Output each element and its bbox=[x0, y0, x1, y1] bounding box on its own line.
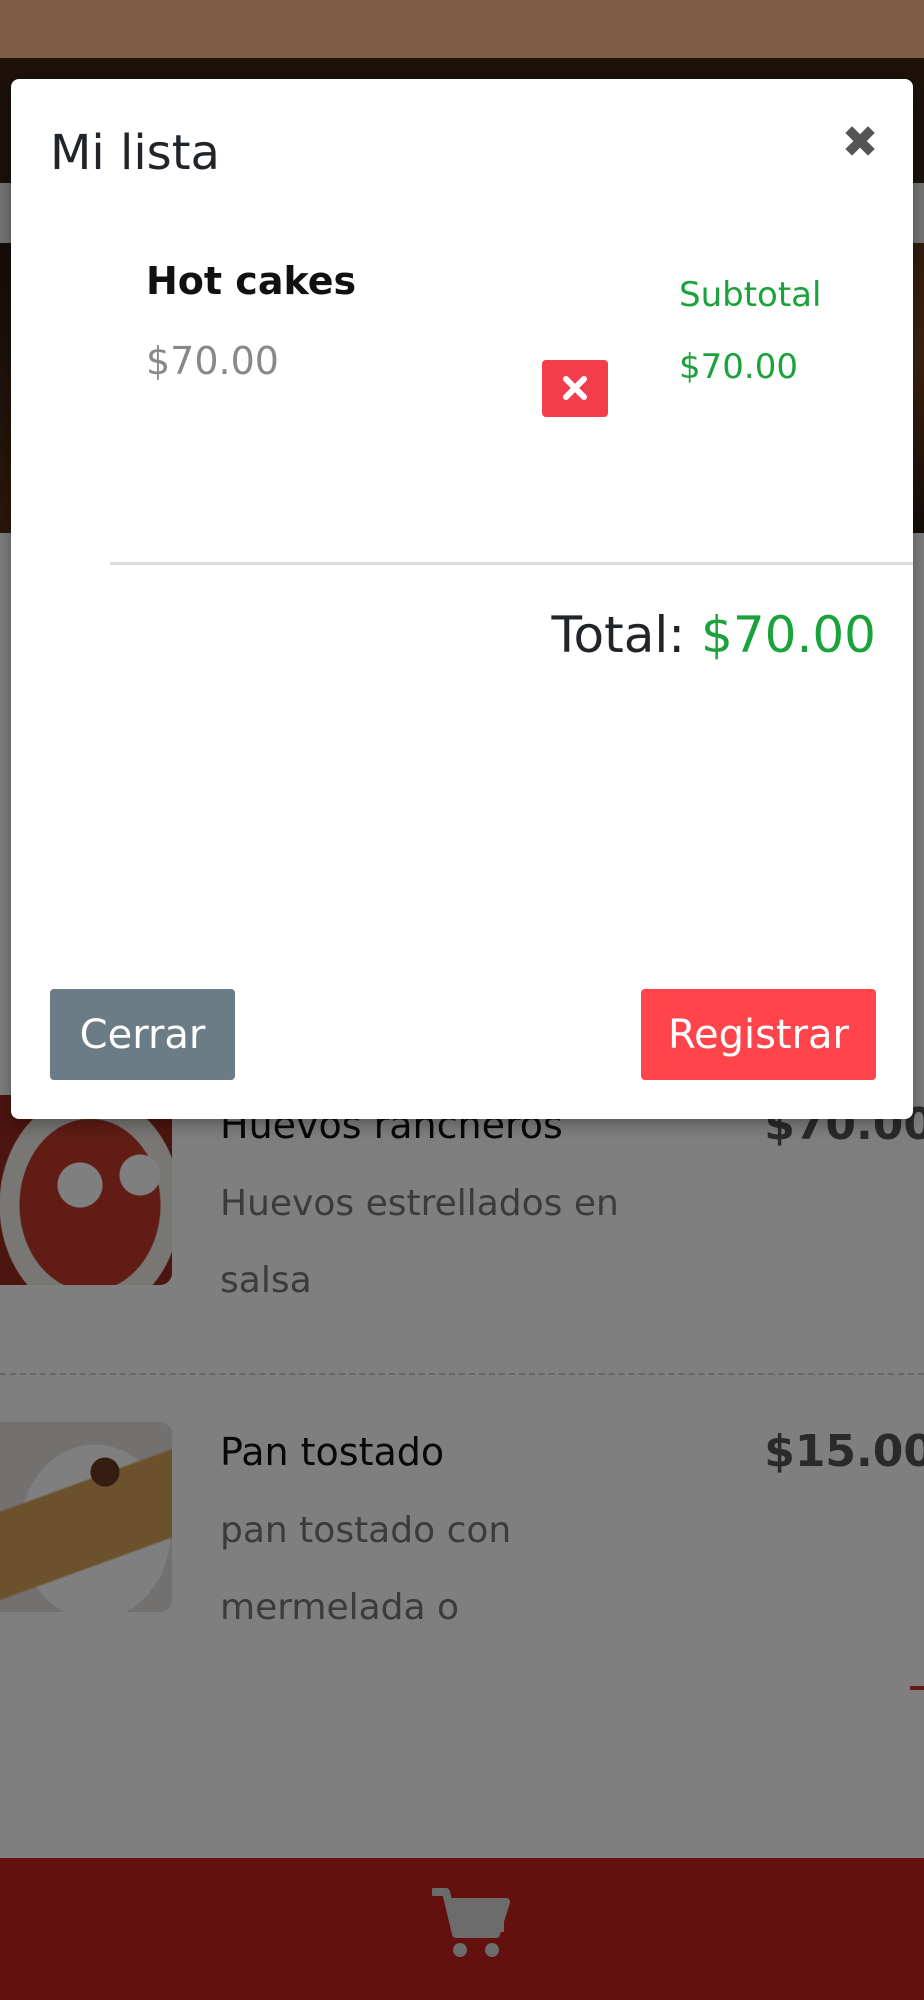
modal-title: Mi lista bbox=[50, 125, 220, 181]
cart-modal: Mi lista ✖ Hot cakes $70.00 Subtotal $70… bbox=[11, 79, 913, 1119]
cart-item-price: $70.00 bbox=[146, 339, 279, 383]
close-icon[interactable]: ✖ bbox=[836, 119, 884, 167]
close-button[interactable]: Cerrar bbox=[50, 989, 235, 1080]
register-button[interactable]: Registrar bbox=[641, 989, 876, 1080]
close-icon bbox=[563, 376, 587, 400]
total-value: $70.00 bbox=[701, 606, 876, 664]
remove-item-button[interactable] bbox=[542, 360, 608, 417]
cart-item-name: Hot cakes bbox=[146, 259, 357, 303]
total-label: Total: bbox=[551, 606, 686, 664]
subtotal-value: $70.00 bbox=[679, 347, 798, 387]
total-row: Total: $70.00 bbox=[552, 606, 876, 664]
cart-item: Hot cakes $70.00 Subtotal $70.00 bbox=[11, 259, 913, 509]
divider bbox=[110, 562, 913, 565]
subtotal-label: Subtotal bbox=[679, 275, 822, 315]
